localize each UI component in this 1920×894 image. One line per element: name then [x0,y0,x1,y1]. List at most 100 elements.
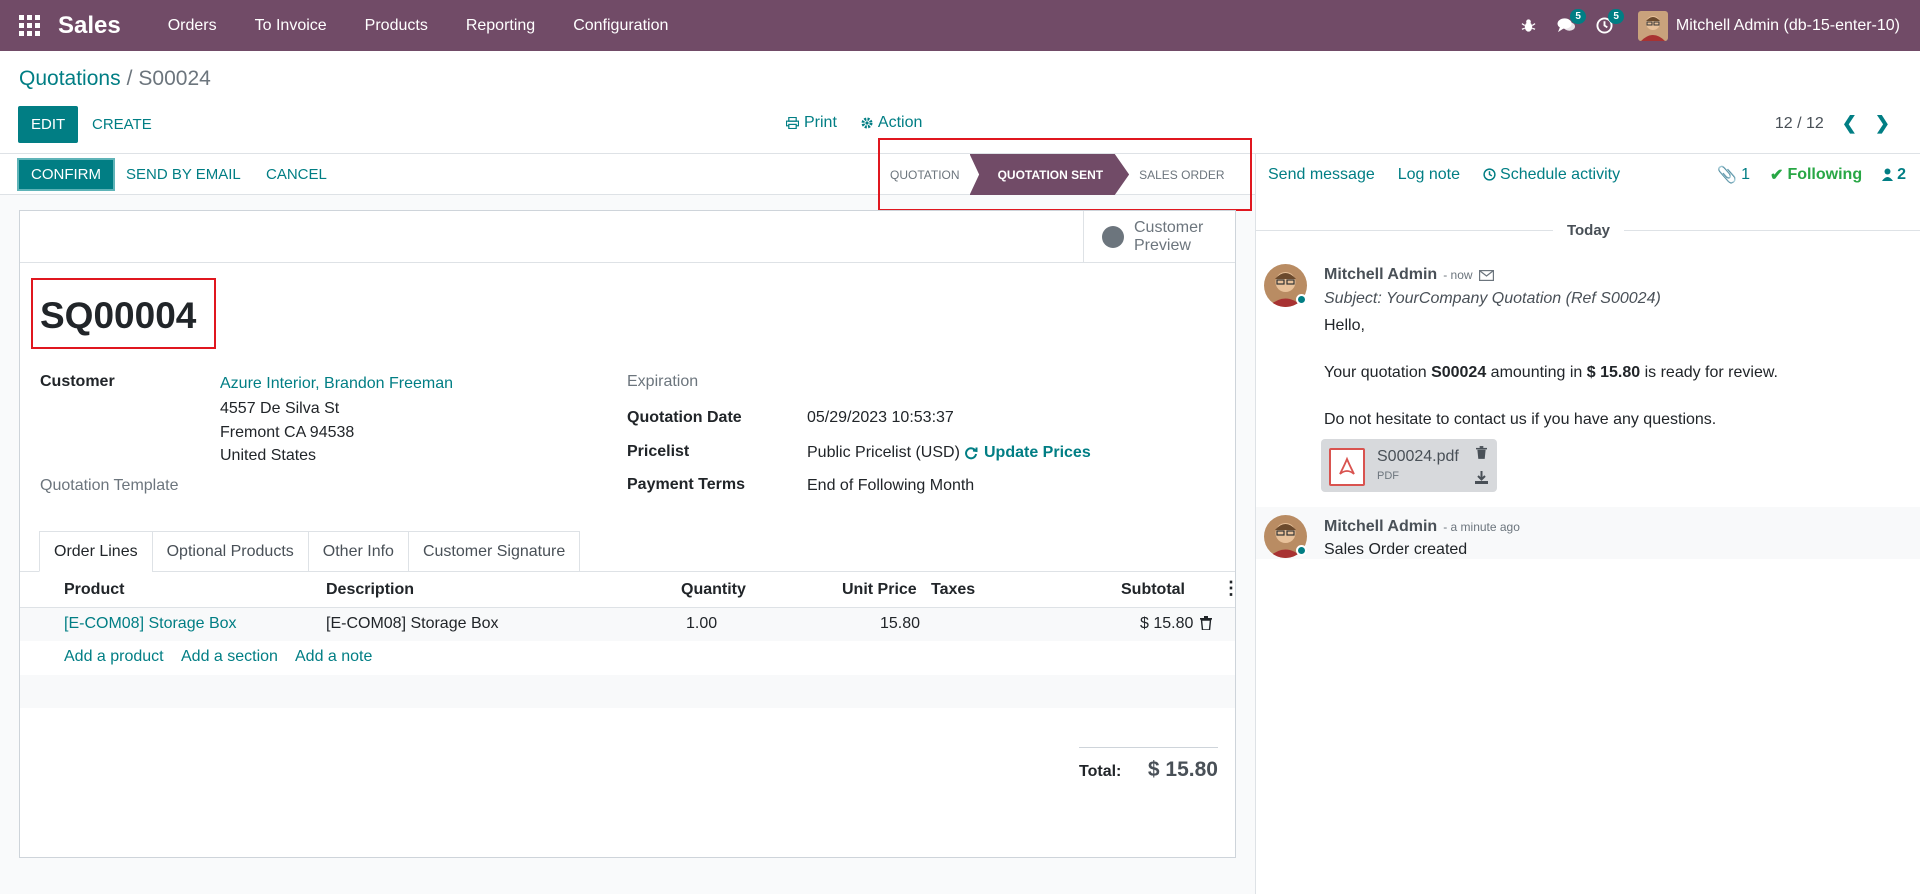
pager-value[interactable]: 12 / 12 [1775,115,1824,133]
print-icon [786,117,799,129]
attachment-name: S00024.pdf [1377,448,1459,465]
breadcrumb-separator: / [126,67,133,90]
create-button[interactable]: CREATE [92,106,152,143]
quotation-template-label[interactable]: Quotation Template [40,477,178,495]
col-unit-price[interactable]: Unit Price [842,581,917,599]
cancel-button[interactable]: CANCEL [266,158,327,191]
menu-products[interactable]: Products [346,0,447,51]
tab-order-lines[interactable]: Order Lines [39,531,152,572]
attachment-delete-icon[interactable] [1476,446,1487,459]
expiration-label: Expiration [627,373,699,390]
print-button[interactable]: Print [786,114,837,132]
followers-button[interactable]: 2 [1882,165,1906,185]
activities-clock-icon[interactable]: 5 [1586,0,1624,51]
breadcrumb-current: S00024 [138,67,211,90]
menu-reporting[interactable]: Reporting [447,0,554,51]
debug-bug-icon[interactable] [1510,0,1548,51]
update-prices-button[interactable]: Update Prices [964,444,1091,462]
following-label: Following [1787,165,1863,183]
message-time: - a minute ago [1443,520,1520,534]
col-description[interactable]: Description [326,581,414,599]
message-body-ref: S00024 [1431,364,1487,381]
day-separator: Today [1256,222,1920,239]
optional-columns-icon[interactable]: ⋮ [1222,578,1240,599]
update-prices-label: Update Prices [984,444,1091,461]
messages-icon[interactable]: 5 [1548,0,1586,51]
button-box: Customer Preview [20,211,1235,263]
user-icon [1882,168,1894,181]
messages-badge: 5 [1570,9,1586,24]
apps-menu-icon[interactable] [0,0,58,51]
activities-badge: 5 [1608,9,1624,24]
send-by-email-button[interactable]: SEND BY EMAIL [126,158,241,191]
app-name[interactable]: Sales [58,12,121,40]
payment-terms-value: End of Following Month [807,477,975,494]
message-greeting: Hello, [1324,317,1365,334]
followers-count: 2 [1897,165,1906,183]
schedule-activity-label: Schedule activity [1500,165,1621,183]
attachment-download-icon[interactable] [1475,471,1488,484]
notebook-tabs: Order Lines Optional Products Other Info… [39,531,581,572]
attachments-button[interactable]: 📎 1 [1717,165,1750,185]
top-navbar: Sales Orders To Invoice Products Reporti… [0,0,1920,51]
message-time: - now [1443,268,1473,282]
message-author[interactable]: Mitchell Admin [1324,518,1437,536]
table-row[interactable]: [E-COM08] Storage Box [E-COM08] Storage … [20,608,1235,641]
order-lines-header: Product Description Quantity Unit Price … [20,572,1240,608]
chatter-panel: Send message Log note Schedule activity … [1255,154,1920,894]
user-name: Mitchell Admin (db-15-enter-10) [1675,16,1900,34]
pager-next-icon[interactable]: ❯ [1875,113,1890,134]
empty-table-row [20,675,1235,708]
message-header: Mitchell Admin - a minute ago [1324,518,1520,536]
check-icon: ✔ [1770,166,1784,184]
customer-preview-label-2: Preview [1134,237,1191,254]
trash-icon[interactable] [1200,616,1212,635]
message-body: Sales Order created [1324,541,1468,558]
refresh-icon [965,447,978,460]
add-note-link[interactable]: Add a note [295,648,372,666]
attachment-card[interactable]: S00024.pdf PDF [1321,439,1497,492]
day-separator-label: Today [1566,222,1611,239]
row-description: [E-COM08] Storage Box [326,615,499,632]
clock-icon [1483,168,1496,181]
following-button[interactable]: ✔ Following [1770,165,1862,185]
menu-configuration[interactable]: Configuration [554,0,687,51]
customer-preview-button[interactable]: Customer Preview [1083,211,1235,263]
menu-orders[interactable]: Orders [149,0,236,51]
pdf-file-icon [1329,448,1365,486]
customer-label: Customer [40,373,115,390]
confirm-button[interactable]: CONFIRM [17,158,115,191]
pager-previous-icon[interactable]: ❮ [1842,113,1857,134]
customer-address-line-2: Fremont CA 94538 [220,424,355,441]
col-quantity[interactable]: Quantity [681,581,746,599]
tab-other-info[interactable]: Other Info [307,531,408,572]
pager: 12 / 12 ❮ ❯ [1775,113,1890,134]
highlight-box-title [31,278,216,349]
add-line-row: Add a product Add a section Add a note [20,641,1235,675]
message-body: Your quotation S00024 amounting in $ 15.… [1324,364,1778,381]
message-header: Mitchell Admin - now [1324,266,1494,284]
log-note-button[interactable]: Log note [1398,166,1460,184]
tab-customer-signature[interactable]: Customer Signature [407,531,581,572]
tab-optional-products[interactable]: Optional Products [151,531,308,572]
envelope-icon[interactable] [1478,269,1494,281]
user-menu[interactable]: Mitchell Admin (db-15-enter-10) [1637,10,1920,41]
row-product[interactable]: [E-COM08] Storage Box [64,615,237,633]
menu-to-invoice[interactable]: To Invoice [236,0,346,51]
total-value: $ 15.80 [1147,758,1218,781]
add-product-link[interactable]: Add a product [64,648,164,666]
customer-link[interactable]: Azure Interior, Brandon Freeman [220,375,453,393]
attachment-type: PDF [1377,470,1399,482]
send-message-button[interactable]: Send message [1268,166,1375,184]
edit-button[interactable]: EDIT [18,106,79,143]
col-taxes[interactable]: Taxes [931,581,975,599]
message-author[interactable]: Mitchell Admin [1324,266,1437,284]
col-product[interactable]: Product [64,581,124,599]
customer-address-line-3: United States [220,447,317,464]
add-section-link[interactable]: Add a section [181,648,278,666]
breadcrumb-quotations-link[interactable]: Quotations [19,67,121,90]
action-button[interactable]: Action [861,114,922,132]
schedule-activity-button[interactable]: Schedule activity [1483,166,1620,184]
col-subtotal[interactable]: Subtotal [1121,581,1185,599]
online-status-dot [1296,294,1307,305]
